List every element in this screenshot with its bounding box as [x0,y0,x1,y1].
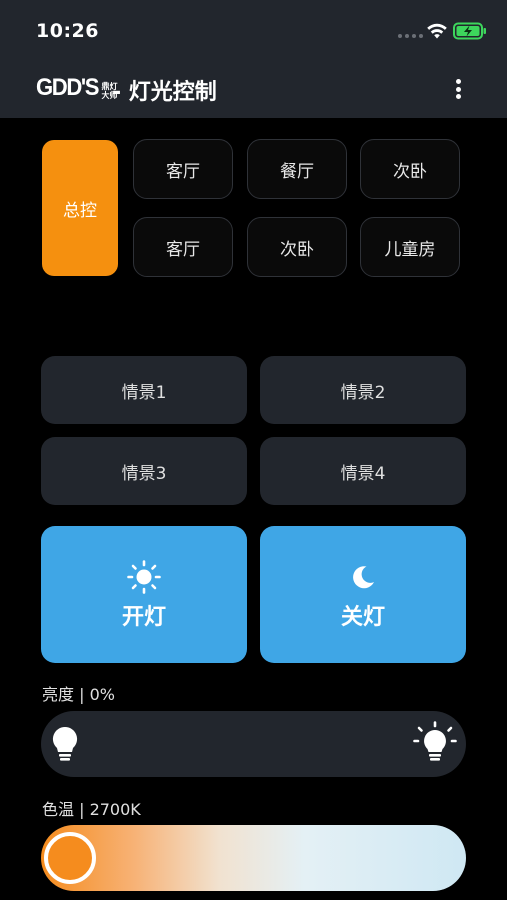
scene-button-3[interactable]: 情景3 [41,437,247,505]
bulb-on-icon [413,721,457,761]
status-time: 10:26 [36,20,99,42]
wifi-icon [427,23,447,39]
brightness-label: 亮度 | 0% [42,685,115,704]
color-temp-label: 色温 | 2700K [42,800,141,819]
sun-icon [127,559,161,594]
scene-button-2[interactable]: 情景2 [260,356,466,424]
room-button[interactable]: 餐厅 [247,139,347,199]
lights-on-label: 开灯 [121,604,166,630]
more-options-button[interactable] [450,76,466,102]
room-button[interactable]: 儿童房 [360,217,460,277]
lights-off-button[interactable]: 关灯 [260,526,466,663]
color-temp-slider[interactable] [41,825,466,891]
room-button[interactable]: 客厅 [133,139,233,199]
lights-off-label: 关灯 [340,604,385,630]
room-button[interactable]: 次卧 [247,217,347,277]
room-button[interactable]: 客厅 [133,217,233,277]
moon-icon [353,565,374,588]
signal-icon [398,34,423,38]
status-bar: 10:26 [0,0,507,62]
bulb-off-icon [52,726,78,761]
brightness-slider[interactable] [41,711,466,777]
app-header: GDD'S 鼎灯 大师 - 灯光控制 [0,62,507,118]
color-temp-slider-knob[interactable] [44,832,96,884]
page-title: - 灯光控制 [112,80,217,105]
room-button[interactable]: 次卧 [360,139,460,199]
scene-button-1[interactable]: 情景1 [41,356,247,424]
brand-logo: GDD'S 鼎灯 大师 [36,74,118,101]
lights-on-button[interactable]: 开灯 [41,526,247,663]
room-master-button[interactable]: 总控 [42,140,118,276]
scene-button-4[interactable]: 情景4 [260,437,466,505]
more-vertical-icon [455,79,461,84]
battery-charging-icon [453,22,486,40]
